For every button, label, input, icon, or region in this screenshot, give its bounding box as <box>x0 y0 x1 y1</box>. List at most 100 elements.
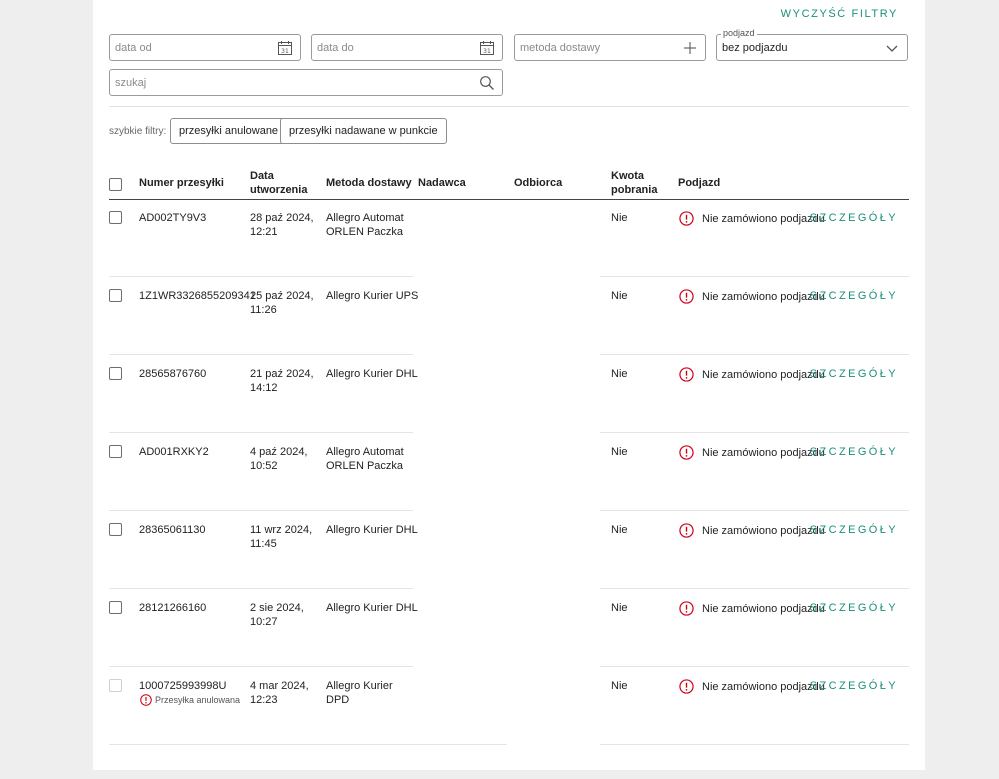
cod-value: Nie <box>611 602 628 614</box>
pickup-status: Nie zamówiono podjazdu <box>702 525 825 537</box>
cancelled-note: Przesyłka anulowana <box>155 695 241 705</box>
quick-filter-point-drop-button[interactable]: przesyłki nadawane w punkcie <box>280 118 447 144</box>
cod-value: Nie <box>611 680 628 692</box>
details-button[interactable]: SZCZEGÓŁY <box>810 446 898 458</box>
row-checkbox[interactable] <box>109 523 122 536</box>
details-button[interactable]: SZCZEGÓŁY <box>810 212 898 224</box>
row-checkbox[interactable] <box>109 601 122 614</box>
shipment-number: 28121266160 <box>139 602 207 614</box>
created-date: 21 paź 2024, <box>250 368 314 380</box>
shipment-number: 28565876760 <box>139 368 207 380</box>
warning-icon <box>679 445 694 460</box>
pickup-status: Nie zamówiono podjazdu <box>702 447 825 459</box>
created-date: 11 wrz 2024, <box>250 524 313 536</box>
row-checkbox <box>109 679 122 692</box>
pickup-status: Nie zamówiono podjazdu <box>702 603 825 615</box>
warning-icon <box>679 211 694 226</box>
table-row: 28365061130 11 wrz 2024, 11:45 Allegro K… <box>93 511 925 589</box>
pickup-status: Nie zamówiono podjazdu <box>702 213 825 225</box>
cod-value: Nie <box>611 212 628 224</box>
chevron-down-icon <box>886 45 898 52</box>
details-button[interactable]: SZCZEGÓŁY <box>810 524 898 536</box>
table-row: 28121266160 2 sie 2024, 10:27 Allegro Ku… <box>93 589 925 667</box>
created-time: 11:45 <box>250 538 277 550</box>
row-separator <box>109 744 507 745</box>
header-pickup: Podjazd <box>678 177 721 189</box>
delivery-method-field[interactable]: metoda dostawy <box>514 34 706 61</box>
shipments-panel: WYCZYŚĆ FILTRY data od 31 data do 31 met… <box>93 0 925 770</box>
delivery-method: Allegro Automat <box>326 446 404 458</box>
date-to-field[interactable]: data do 31 <box>311 34 503 61</box>
clear-filters-button[interactable]: WYCZYŚĆ FILTRY <box>781 8 898 20</box>
details-button[interactable]: SZCZEGÓŁY <box>810 290 898 302</box>
delivery-method-line2: DPD <box>326 694 350 706</box>
warning-icon <box>679 289 694 304</box>
header-number: Numer przesyłki <box>139 177 224 189</box>
delivery-method-line2: ORLEN Paczka <box>326 460 404 472</box>
details-button[interactable]: SZCZEGÓŁY <box>810 602 898 614</box>
search-field[interactable]: szukaj <box>109 69 503 96</box>
created-time: 11:26 <box>250 304 277 316</box>
row-separator <box>600 744 909 745</box>
cod-value: Nie <box>611 290 628 302</box>
delivery-method: Allegro Kurier DHL <box>326 602 418 614</box>
delivery-method-placeholder: metoda dostawy <box>520 42 601 54</box>
row-checkbox[interactable] <box>109 211 122 224</box>
created-time: 12:21 <box>250 226 278 238</box>
table-row: 1Z1WR3326855209341 25 paź 2024, 11:26 Al… <box>93 277 925 355</box>
shipment-number: 28365061130 <box>139 524 206 536</box>
svg-text:31: 31 <box>483 48 491 55</box>
warning-icon <box>679 601 694 616</box>
cod-value: Nie <box>611 524 628 536</box>
date-from-placeholder: data od <box>115 42 152 54</box>
shipment-number: AD001RXKY2 <box>139 446 209 458</box>
row-checkbox[interactable] <box>109 367 122 380</box>
pickup-value: bez podjazdu <box>722 42 788 54</box>
header-method: Metoda dostawy <box>326 177 412 189</box>
delivery-method-line2: ORLEN Paczka <box>326 226 404 238</box>
header-created: Data utworzenia <box>250 170 308 196</box>
details-button[interactable]: SZCZEGÓŁY <box>810 368 898 380</box>
pickup-status: Nie zamówiono podjazdu <box>702 291 825 303</box>
header-sender: Nadawca <box>418 177 466 189</box>
row-checkbox[interactable] <box>109 289 122 302</box>
search-icon[interactable] <box>479 75 495 91</box>
calendar-icon[interactable]: 31 <box>479 40 495 56</box>
select-all-checkbox[interactable] <box>109 178 122 191</box>
delivery-method: Allegro Kurier DHL <box>326 524 418 536</box>
plus-icon[interactable] <box>682 40 698 56</box>
svg-text:31: 31 <box>281 48 289 55</box>
quick-filters-label: szybkie filtry: <box>109 126 167 137</box>
pickup-label: podjazd <box>721 28 757 38</box>
created-date: 4 paź 2024, <box>250 446 308 458</box>
table-row: AD001RXKY2 4 paź 2024, 10:52 Allegro Aut… <box>93 433 925 511</box>
date-to-placeholder: data do <box>317 42 354 54</box>
date-from-field[interactable]: data od 31 <box>109 34 301 61</box>
table-row: 1000725993998U Przesyłka anulowana 4 mar… <box>93 667 925 745</box>
warning-icon <box>679 679 694 694</box>
search-placeholder: szukaj <box>115 77 147 89</box>
pickup-select[interactable]: podjazd bez podjazdu <box>716 28 908 61</box>
pickup-status: Nie zamówiono podjazdu <box>702 369 825 381</box>
details-button[interactable]: SZCZEGÓŁY <box>810 680 898 692</box>
filters-divider <box>109 106 909 107</box>
table-row: AD002TY9V3 28 paź 2024, 12:21 Allegro Au… <box>93 199 925 277</box>
calendar-icon[interactable]: 31 <box>277 40 293 56</box>
shipment-number: 1000725993998U <box>139 680 227 692</box>
cod-value: Nie <box>611 446 628 458</box>
delivery-method: Allegro Kurier <box>326 680 393 692</box>
header-recipient: Odbiorca <box>514 177 563 189</box>
delivery-method: Allegro Kurier DHL <box>326 368 418 380</box>
row-checkbox[interactable] <box>109 445 122 458</box>
quick-filter-cancelled-button[interactable]: przesyłki anulowane <box>170 118 288 144</box>
delivery-method: Allegro Automat <box>326 212 404 224</box>
warning-icon <box>679 523 694 538</box>
created-date: 28 paź 2024, <box>250 212 314 224</box>
created-date: 4 mar 2024, <box>250 680 309 692</box>
created-time: 10:52 <box>250 460 278 472</box>
created-date: 2 sie 2024, <box>250 602 304 614</box>
created-time: 14:12 <box>250 382 278 394</box>
warning-icon <box>140 694 152 706</box>
created-time: 10:27 <box>250 616 278 628</box>
delivery-method: Allegro Kurier UPS <box>326 290 419 302</box>
